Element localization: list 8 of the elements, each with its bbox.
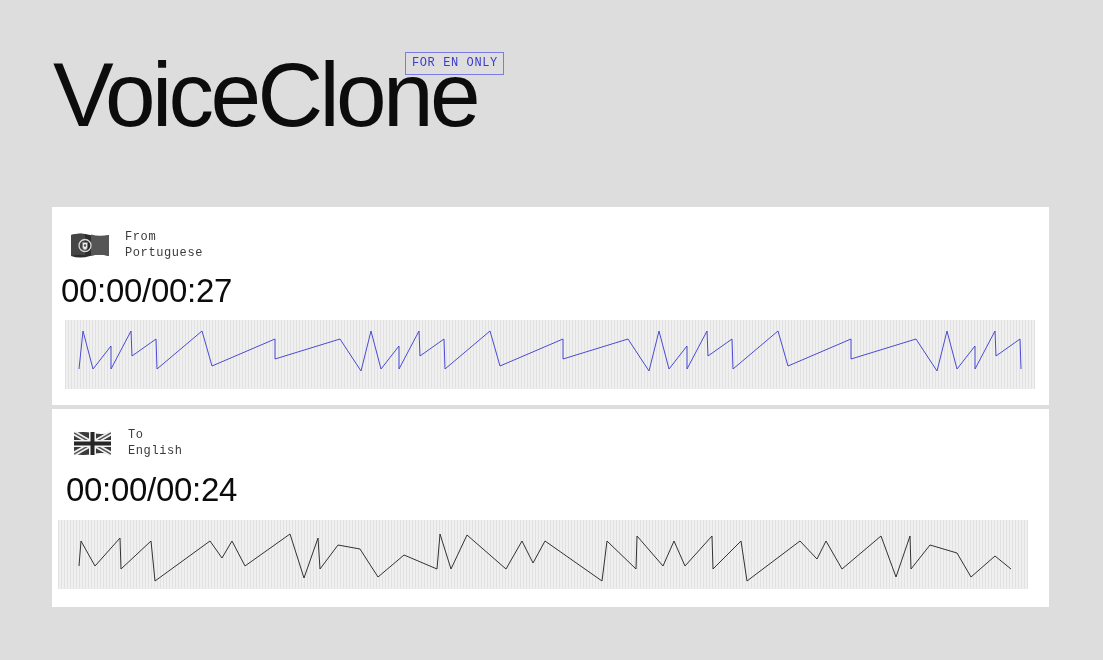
language-label: English xyxy=(128,443,183,459)
time-display: 00:00/00:27 xyxy=(61,274,233,307)
time-display: 00:00/00:24 xyxy=(66,473,238,506)
direction-label: To xyxy=(128,427,145,443)
direction-label: From xyxy=(125,229,158,245)
flag-icon xyxy=(74,430,111,456)
flag-icon xyxy=(71,231,109,259)
language-label: Portuguese xyxy=(125,245,203,261)
